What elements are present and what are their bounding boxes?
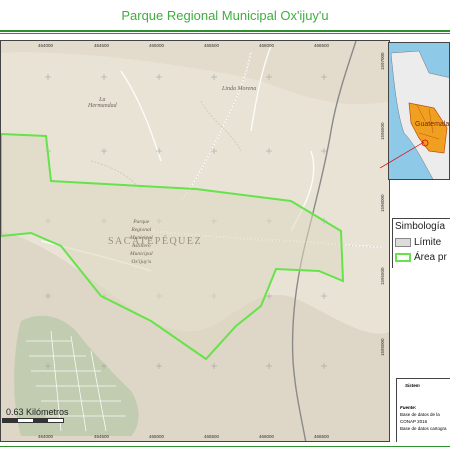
source-line-2: CONAP 2016 [400, 419, 428, 424]
source-line-3: Base de datos cartogra [400, 426, 447, 431]
department-label: SACATEPÉQUEZ [108, 236, 203, 247]
title-divider-secondary [0, 33, 450, 34]
legend-swatch-area [395, 252, 411, 262]
y-tick-right-5: 1595000 [380, 338, 385, 356]
title-divider [0, 30, 450, 32]
x-tick-top-2: 464500 [94, 43, 110, 48]
inset-region-label: Guatemala [415, 121, 450, 128]
x-tick-top-6: 466500 [314, 43, 330, 48]
map-title: Parque Regional Municipal Ox'ijuy'u [121, 7, 329, 23]
y-tick-right-4: 1595500 [380, 267, 385, 285]
x-tick-bottom-3: 465000 [149, 434, 165, 439]
x-tick-bottom-2: 464500 [94, 434, 110, 439]
x-tick-bottom-5: 466000 [259, 434, 275, 439]
inset-map[interactable]: Guatemala [388, 42, 450, 180]
source-line-1: Base de datos de la [400, 412, 440, 417]
place-label-linda-morena: Linda Morena [222, 86, 257, 92]
x-tick-bottom-6: 466500 [314, 434, 330, 439]
inset-canvas [389, 43, 449, 179]
x-tick-bottom-4: 465500 [204, 434, 220, 439]
legend-swatch-limite [395, 237, 411, 247]
source-heading: Fuente: [400, 405, 417, 410]
x-tick-top-5: 466000 [259, 43, 275, 48]
place-label-la-hermandad: La Hermandad [88, 97, 117, 109]
scale-label: 0.63 Kilómetros [6, 407, 69, 417]
legend-title: Simbología [395, 221, 446, 232]
x-tick-bottom-1: 464000 [38, 434, 54, 439]
coordinate-system-label: Sistem [405, 383, 420, 388]
legend-item-area: Área pr [395, 252, 447, 263]
scale-bar [2, 418, 64, 423]
x-tick-top-4: 465500 [204, 43, 220, 48]
source-info-box: Sistem Fuente: Base de datos de la CONAP… [396, 378, 450, 442]
legend: Simbología Límite Área pr [392, 218, 450, 268]
x-tick-top-1: 464000 [38, 43, 54, 48]
y-tick-right-1: 1597000 [380, 52, 385, 70]
x-tick-top-3: 465000 [149, 43, 165, 48]
bottom-divider [0, 446, 450, 447]
y-tick-right-2: 1596500 [380, 122, 385, 140]
y-tick-right-3: 1596000 [380, 194, 385, 212]
legend-item-limite: Límite [395, 237, 441, 248]
